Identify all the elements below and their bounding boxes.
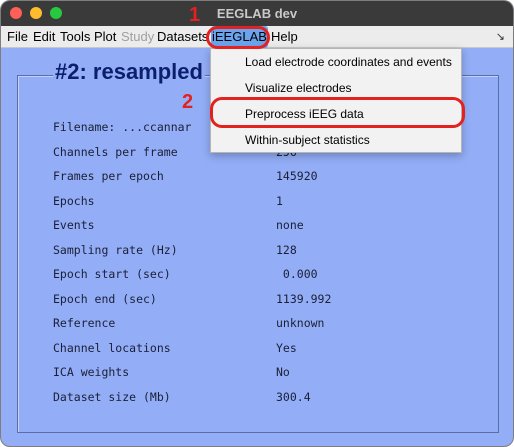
- annotation-step-2: 2: [182, 91, 194, 113]
- info-value-frames: 145920: [276, 169, 318, 183]
- menu-item-load-electrode-coordinates[interactable]: Load electrode coordinates and events: [211, 49, 461, 75]
- menu-plot[interactable]: Plot: [94, 26, 116, 48]
- info-label-events: Events: [53, 218, 95, 232]
- info-value-ica: No: [276, 365, 290, 379]
- info-value-reference: unknown: [276, 316, 325, 330]
- info-value-epochs: 1: [276, 194, 283, 208]
- maximize-window-button[interactable]: [50, 7, 62, 19]
- dataset-title: #2: resampled: [53, 59, 205, 85]
- info-label-size: Dataset size (Mb): [53, 390, 171, 404]
- info-value-chanlocs: Yes: [276, 341, 297, 355]
- annotation-highlight-preprocess: [210, 97, 465, 128]
- info-value-epoch-end: 1139.992: [276, 292, 332, 306]
- info-label-filename: Filename: ...ccannar: [53, 120, 192, 134]
- close-window-button[interactable]: [10, 7, 22, 19]
- menu-item-within-subject-statistics[interactable]: Within-subject statistics: [211, 127, 461, 153]
- menu-datasets[interactable]: Datasets: [157, 26, 208, 48]
- minimize-window-button[interactable]: [30, 7, 42, 19]
- info-label-reference: Reference: [53, 316, 116, 330]
- menu-help[interactable]: Help: [271, 26, 298, 48]
- menu-file[interactable]: File: [7, 26, 28, 48]
- info-label-epochs: Epochs: [53, 194, 95, 208]
- resize-icon[interactable]: ↘: [496, 26, 505, 48]
- menu-study[interactable]: Study: [121, 26, 154, 48]
- window-title: EEGLAB dev: [216, 6, 298, 21]
- info-label-chanlocs: Channel locations: [53, 341, 171, 355]
- annotation-highlight-ieeglab: [206, 26, 270, 49]
- title-bar: EEGLAB dev: [1, 1, 513, 26]
- info-value-events: none: [276, 218, 304, 232]
- menu-edit[interactable]: Edit: [33, 26, 55, 48]
- info-label-epoch-start: Epoch start (sec): [53, 267, 171, 281]
- menu-tools[interactable]: Tools: [60, 26, 90, 48]
- info-value-size: 300.4: [276, 390, 311, 404]
- annotation-step-1: 1: [189, 4, 201, 26]
- info-label-frames: Frames per epoch: [53, 169, 164, 183]
- info-label-epoch-end: Epoch end (sec): [53, 292, 157, 306]
- info-value-srate: 128: [276, 243, 297, 257]
- info-label-channels: Channels per frame: [53, 145, 178, 159]
- info-label-ica: ICA weights: [53, 365, 130, 379]
- info-value-epoch-start: 0.000: [276, 267, 318, 281]
- info-label-srate: Sampling rate (Hz): [53, 243, 178, 257]
- eeglab-window: EEGLAB dev File Edit Tools Plot Study Da…: [0, 0, 514, 447]
